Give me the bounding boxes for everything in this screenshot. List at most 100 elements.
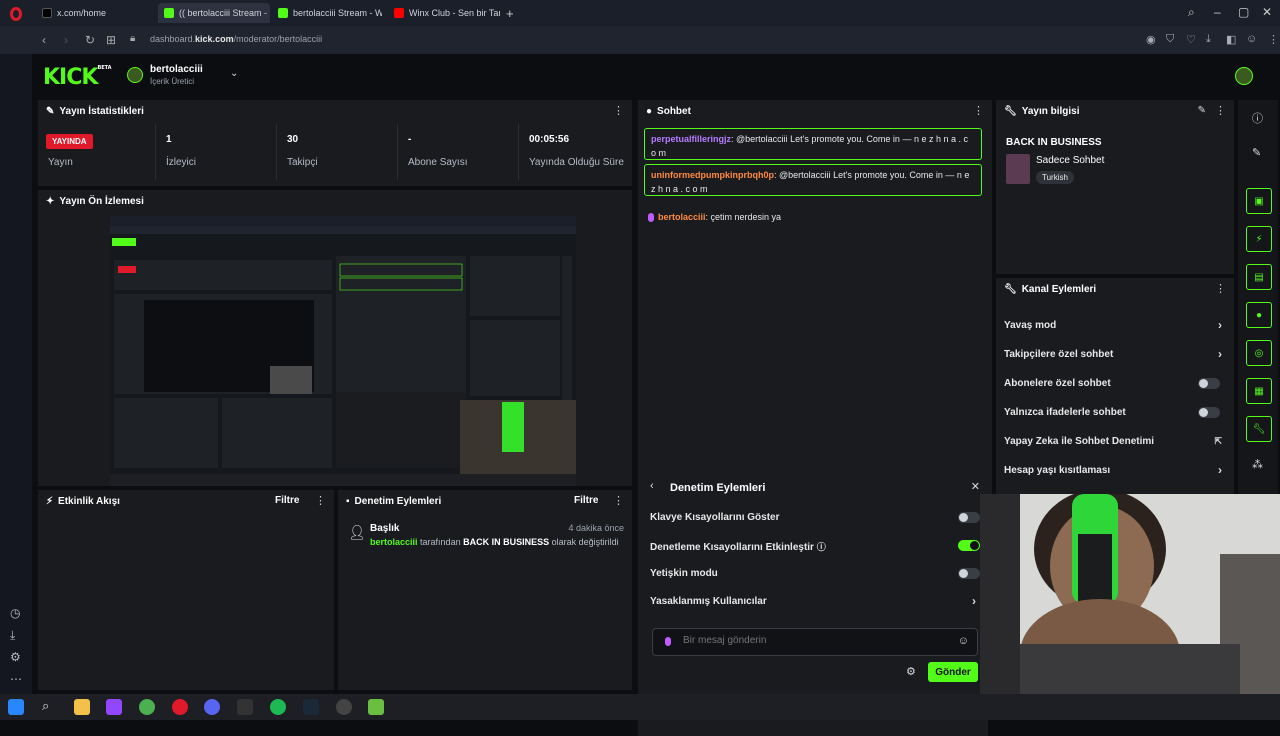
mod-row-mod-shortcuts: Denetleme Kısayollarını Etkinleştir ⓘ <box>650 540 980 553</box>
row-account-age[interactable]: Hesap yaşı kısıtlaması › <box>1004 463 1226 477</box>
heart-icon[interactable]: ♡ <box>1186 33 1196 46</box>
tab-youtube-winx[interactable]: Winx Club - Sen bir Tanesi <box>388 3 500 23</box>
kick-logo[interactable]: KICKBETA <box>43 65 112 90</box>
category-name[interactable]: Sadece Sohbet <box>1036 155 1104 166</box>
avatar[interactable] <box>127 67 143 83</box>
search-icon[interactable]: ⌕ <box>42 698 49 714</box>
mic-icon <box>648 213 654 223</box>
emoji-icon[interactable]: ☺ <box>958 635 969 647</box>
app-icon[interactable] <box>368 699 384 715</box>
toggle-switch[interactable] <box>1198 407 1220 418</box>
kebab-menu-icon[interactable]: ⋮ <box>1215 104 1226 117</box>
share-icon[interactable]: ⁂ <box>1252 458 1263 471</box>
tab-kick-stream[interactable]: bertolacciii Stream - Wat <box>272 3 382 23</box>
more-icon[interactable]: ⋯ <box>10 672 22 686</box>
tab-kick-dashboard[interactable]: (( bertolacciii Stream - K <box>158 3 270 23</box>
filter-button[interactable]: Filtre <box>275 495 299 506</box>
steam-icon[interactable] <box>303 699 319 715</box>
chevron-down-icon[interactable]: ⌄ <box>230 68 238 79</box>
extension-icon[interactable]: ◧ <box>1226 33 1236 46</box>
row-emotes-only: Yalnızca ifadelerle sohbet <box>1004 407 1226 418</box>
row-ai-moderation[interactable]: Yapay Zeka ile Sohbet Denetimi ⇱ <box>1004 436 1226 447</box>
kebab-menu-icon[interactable]: ⋮ <box>1215 282 1226 295</box>
tab-x-home[interactable]: x.com/home <box>36 3 152 23</box>
external-link-icon: ⇱ <box>1214 436 1222 446</box>
mod-row-banned-users[interactable]: Yasaklanmış Kullanıcılar › <box>650 594 980 608</box>
chat-input[interactable] <box>683 635 943 646</box>
close-icon[interactable]: ✕ <box>971 480 980 493</box>
new-tab-icon[interactable]: + <box>506 6 514 21</box>
edit-icon[interactable]: ✎ <box>1252 146 1261 159</box>
rail-camera-button[interactable]: ▣ <box>1246 188 1272 214</box>
rail-doc-button[interactable]: ▤ <box>1246 264 1272 290</box>
windows-start-icon[interactable] <box>8 699 24 715</box>
account-avatar[interactable] <box>1235 67 1253 85</box>
mod-row-keyboard-shortcuts: Klavye Kısayollarını Göster <box>650 512 980 523</box>
camera-icon[interactable]: ◉ <box>1146 33 1156 46</box>
wrench-icon: 🔧︎ <box>1004 283 1017 295</box>
rail-chat-button[interactable]: ● <box>1246 302 1272 328</box>
tag-badge[interactable]: Turkish <box>1036 171 1074 184</box>
forward-icon[interactable]: › <box>64 33 68 47</box>
row-followers-only[interactable]: Takipçilere özel sohbet › <box>1004 347 1226 361</box>
panel-title: Yayın Ön İzlemesi <box>59 195 144 207</box>
kebab-menu-icon[interactable]: ⋮ <box>315 494 326 507</box>
menu-icon[interactable]: ⋮ <box>1268 33 1279 46</box>
stat-followers: 30 Takipçi <box>277 124 398 180</box>
file-explorer-icon[interactable] <box>74 699 90 715</box>
stream-preview-video[interactable] <box>110 216 576 486</box>
kebab-menu-icon[interactable]: ⋮ <box>613 104 624 117</box>
close-icon[interactable]: ✕ <box>1262 5 1272 19</box>
chat-message[interactable]: bertolacciii: çetim nerdesin ya <box>648 212 781 223</box>
epic-games-icon[interactable] <box>237 699 253 715</box>
toggle-switch[interactable] <box>958 512 980 523</box>
rail-users-button[interactable]: ▦ <box>1246 378 1272 404</box>
toggle-switch[interactable] <box>958 540 980 551</box>
back-icon[interactable]: ‹ <box>42 33 46 47</box>
mic-icon[interactable] <box>665 637 671 646</box>
reload-icon[interactable]: ↻ <box>85 33 95 47</box>
back-icon[interactable]: ‹ <box>650 480 654 492</box>
wrench-icon: 🔧︎ <box>1004 105 1017 117</box>
home-grid-icon[interactable]: ⊞ <box>106 33 116 47</box>
discord-icon[interactable] <box>204 699 220 715</box>
chat-message[interactable]: uninformedpumpkinprbqh0p: @bertolacciii … <box>644 164 982 196</box>
info-icon[interactable]: ⓘ <box>817 542 826 552</box>
chat-message[interactable]: perpetualfilleringjz: @bertolacciii Let'… <box>644 128 982 160</box>
stream-info-panel: 🔧︎ Yayın bilgisi ✎ ⋮ BACK IN BUSINESS Sad… <box>996 100 1234 274</box>
minimize-icon[interactable]: – <box>1214 5 1221 19</box>
twitch-icon[interactable] <box>106 699 122 715</box>
profile-icon[interactable]: ☺ <box>1246 33 1257 45</box>
lock-icon: 🔒︎ <box>130 33 136 44</box>
shield-icon[interactable]: ⛉ <box>1166 33 1174 46</box>
url-field[interactable]: dashboard.kick.com/moderator/bertolaccii… <box>150 34 322 44</box>
panel-title: Yayın bilgisi <box>1021 105 1080 117</box>
kebab-menu-icon[interactable]: ⋮ <box>973 104 984 117</box>
spotify-icon[interactable] <box>270 699 286 715</box>
obs-icon[interactable] <box>336 699 352 715</box>
user-name[interactable]: bertolacciii <box>150 64 203 75</box>
toggle-switch[interactable] <box>1198 378 1220 389</box>
opera-logo-icon[interactable] <box>10 7 22 21</box>
edit-icon[interactable]: ✎ <box>1198 105 1206 116</box>
kebab-menu-icon[interactable]: ⋮ <box>613 494 624 507</box>
opera-icon[interactable] <box>172 699 188 715</box>
row-slow-mode[interactable]: Yavaş mod › <box>1004 318 1226 332</box>
browser-tab-bar: x.com/home (( bertolacciii Stream - K be… <box>0 0 1280 26</box>
settings-icon[interactable]: ⚙ <box>10 650 21 664</box>
search-icon[interactable]: ⌕ <box>1188 5 1195 20</box>
rail-bolt-button[interactable]: ⚡︎ <box>1246 226 1272 252</box>
rail-wrench-button[interactable]: 🔧︎ <box>1246 416 1272 442</box>
download-icon[interactable]: ⤓ <box>10 628 15 643</box>
kick-icon <box>278 8 288 18</box>
chrome-icon[interactable] <box>139 699 155 715</box>
download-icon[interactable]: ⤓ <box>1206 33 1211 46</box>
filter-button[interactable]: Filtre <box>574 495 598 506</box>
toggle-switch[interactable] <box>958 568 980 579</box>
settings-icon[interactable]: ⚙ <box>906 665 916 678</box>
info-icon[interactable]: ⓘ <box>1252 110 1263 126</box>
history-icon[interactable]: ◷ <box>10 606 20 620</box>
maximize-icon[interactable]: ▢ <box>1238 5 1249 19</box>
rail-broadcast-button[interactable]: ◎ <box>1246 340 1272 366</box>
send-button[interactable]: Gönder <box>928 662 978 682</box>
